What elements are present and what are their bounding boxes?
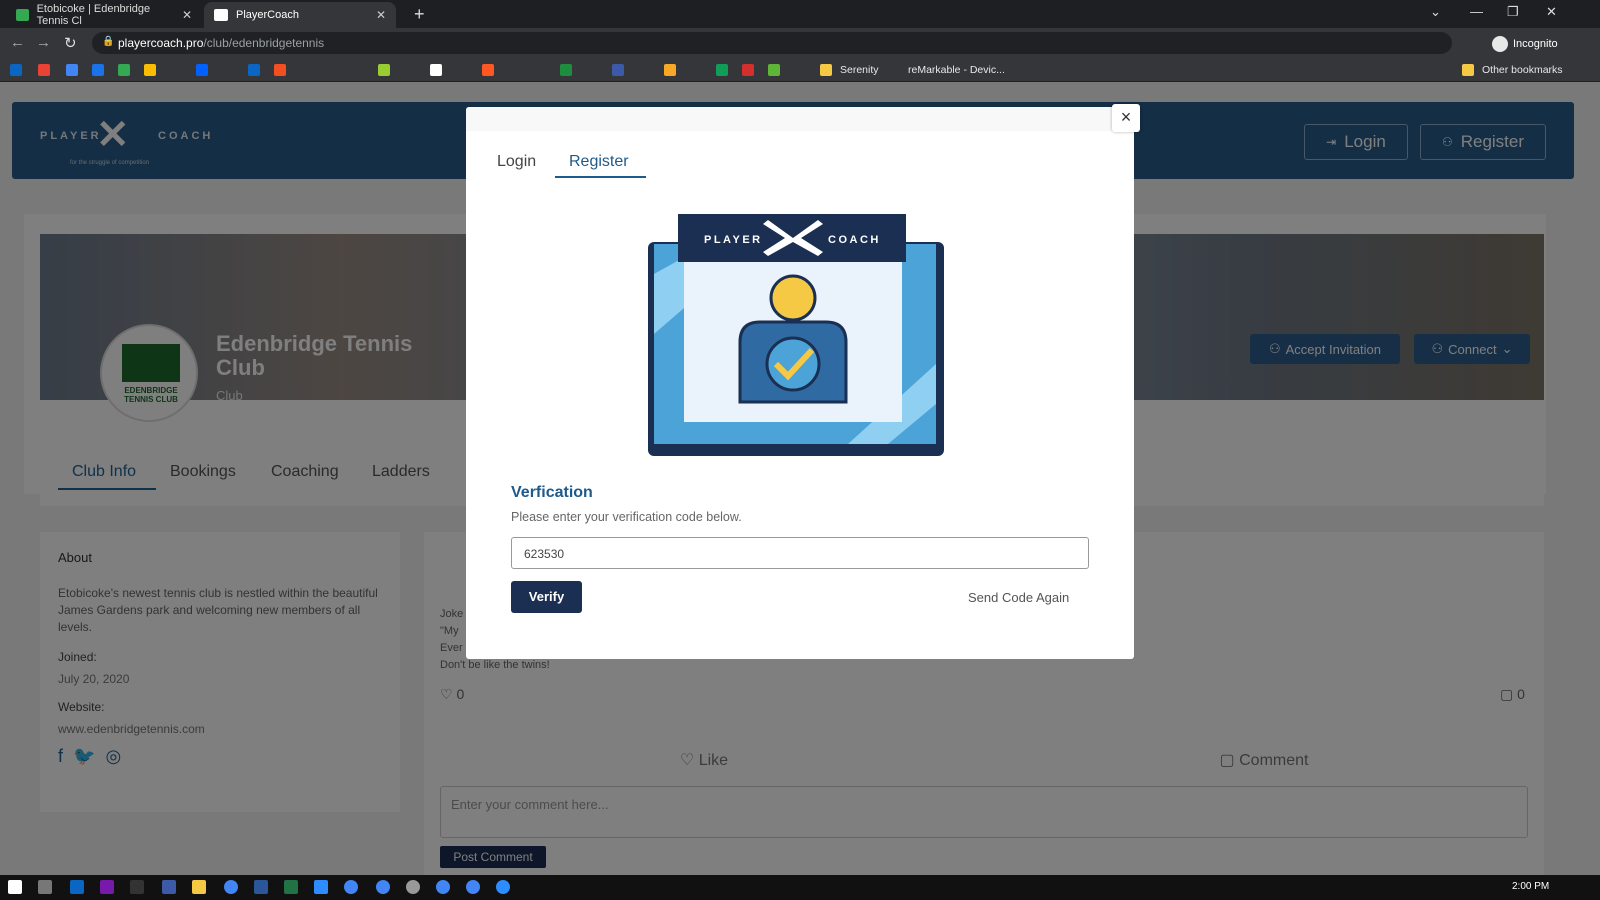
back-icon[interactable]: ← <box>10 34 25 51</box>
gmail-bookmark-icon[interactable] <box>38 64 50 76</box>
forward-icon[interactable]: → <box>36 34 51 51</box>
bookmark-icon[interactable] <box>768 64 780 76</box>
bookmark-icon[interactable] <box>274 64 286 76</box>
send-code-again-link[interactable]: Send Code Again <box>968 590 1069 605</box>
tab-title: Etobicoke | Edenbridge Tennis Cl <box>36 3 151 27</box>
bookmark-icon[interactable] <box>612 64 624 76</box>
new-tab-icon[interactable]: + <box>414 4 425 25</box>
windows-taskbar <box>0 875 1600 900</box>
windows-start-icon[interactable] <box>8 880 22 894</box>
playercoach-bookmark-icon[interactable] <box>430 64 442 76</box>
active-tab-underline <box>555 176 646 178</box>
td-bookmark-icon[interactable] <box>560 64 572 76</box>
bookmark-icon[interactable] <box>716 64 728 76</box>
outlook-bookmark-icon[interactable] <box>10 64 22 76</box>
verify-button[interactable]: Verify <box>511 581 582 613</box>
badge-left-text: PLAYER <box>704 234 763 246</box>
bookmark-serenity[interactable]: Serenity <box>840 64 879 76</box>
outlook-taskbar-icon[interactable] <box>70 880 84 894</box>
maps-bookmark-icon[interactable] <box>118 64 130 76</box>
tab-title: PlayerCoach <box>236 9 299 21</box>
minimize-icon[interactable]: — <box>1470 4 1483 19</box>
playercoach-favicon-icon <box>214 9 228 21</box>
sheets-favicon-icon <box>16 9 29 21</box>
folder-icon <box>1462 64 1474 76</box>
bookmark-icon[interactable] <box>742 64 754 76</box>
bookmark-icon[interactable] <box>482 64 494 76</box>
chrome-taskbar-icon[interactable] <box>436 880 450 894</box>
app-taskbar-icon[interactable] <box>406 880 420 894</box>
restore-icon[interactable]: ❐ <box>1507 4 1519 20</box>
chrome-taskbar-icon[interactable] <box>224 880 238 894</box>
url-path: /club/edenbridgetennis <box>203 36 325 50</box>
bookmark-icon[interactable] <box>66 64 78 76</box>
drive-bookmark-icon[interactable] <box>144 64 156 76</box>
onenote-taskbar-icon[interactable] <box>100 880 114 894</box>
badge-right-text: COACH <box>828 234 881 246</box>
bookmarks-bar <box>0 58 1600 82</box>
lock-icon: 🔒 <box>102 36 115 47</box>
app-taskbar-icon[interactable] <box>162 880 176 894</box>
verification-code-input[interactable]: 623530 <box>511 537 1089 569</box>
chrome-taskbar-icon[interactable] <box>344 880 358 894</box>
close-tab-icon[interactable]: ✕ <box>376 8 386 22</box>
linkedin-bookmark-icon[interactable] <box>248 64 260 76</box>
explorer-taskbar-icon[interactable] <box>192 880 206 894</box>
zoom-taskbar-icon[interactable] <box>496 880 510 894</box>
tab-search-icon[interactable]: ⌄ <box>1430 4 1441 20</box>
reload-icon[interactable]: ↻ <box>64 34 77 52</box>
tab-register[interactable]: Register <box>569 153 629 171</box>
verification-illustration: PLAYER COACH <box>648 214 944 456</box>
other-bookmarks[interactable]: Other bookmarks <box>1482 64 1563 76</box>
incognito-icon <box>1492 36 1508 52</box>
close-modal-button[interactable]: × <box>1112 104 1140 132</box>
task-view-icon[interactable] <box>38 880 52 894</box>
bookmark-remarkable[interactable]: reMarkable - Devic... <box>908 64 1005 76</box>
chrome-taskbar-icon[interactable] <box>466 880 480 894</box>
browser-tab-bar: Etobicoke | Edenbridge Tennis Cl ✕ Playe… <box>0 0 1600 28</box>
auth-modal: PLAYER COACH <box>466 107 1134 659</box>
taskbar-clock[interactable]: 2:00 PM <box>1512 881 1549 892</box>
bookmark-icon[interactable] <box>378 64 390 76</box>
modal-header-strip <box>466 107 1134 131</box>
profile-label: Incognito <box>1513 38 1558 50</box>
zoom-taskbar-icon[interactable] <box>314 880 328 894</box>
excel-taskbar-icon[interactable] <box>284 880 298 894</box>
bookmark-icon[interactable] <box>92 64 104 76</box>
folder-icon <box>820 64 832 76</box>
tab-login[interactable]: Login <box>497 153 536 171</box>
verification-subtitle: Please enter your verification code belo… <box>511 510 742 524</box>
remarkable-taskbar-icon[interactable] <box>130 880 144 894</box>
bookmark-icon[interactable] <box>664 64 676 76</box>
word-taskbar-icon[interactable] <box>254 880 268 894</box>
verification-title: Verfication <box>511 484 593 501</box>
window-close-icon[interactable]: ✕ <box>1546 4 1557 20</box>
browser-tab-active[interactable]: PlayerCoach ✕ <box>204 2 396 28</box>
close-tab-icon[interactable]: ✕ <box>182 8 192 22</box>
dropbox-bookmark-icon[interactable] <box>196 64 208 76</box>
url-field[interactable]: 🔒 playercoach.pro/club/edenbridgetennis <box>92 32 1452 54</box>
url-host: playercoach.pro <box>118 36 204 50</box>
browser-tab[interactable]: Etobicoke | Edenbridge Tennis Cl ✕ <box>6 2 202 28</box>
profile-button[interactable]: Incognito <box>1492 36 1558 52</box>
chrome-taskbar-icon[interactable] <box>376 880 390 894</box>
